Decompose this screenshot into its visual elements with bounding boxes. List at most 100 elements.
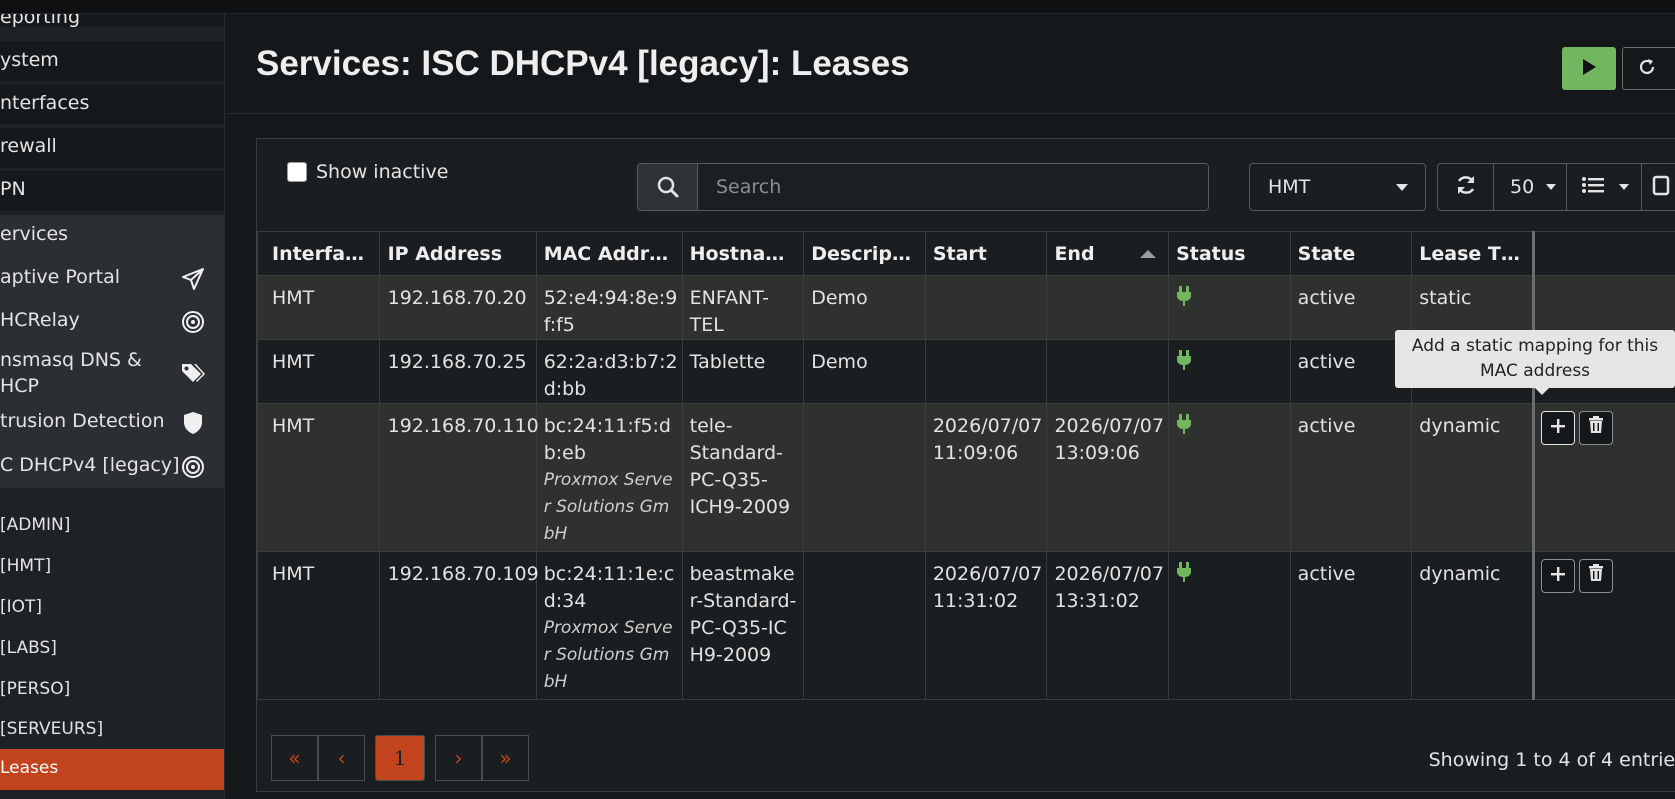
sidebar-item-interfaces[interactable]: nterfaces [0, 84, 224, 124]
sidebar-item-dhcrelay[interactable]: HCRelay [0, 300, 224, 343]
next-page-button[interactable]: › [435, 735, 482, 781]
columns-dropdown[interactable] [1567, 164, 1642, 210]
refresh-icon [1455, 174, 1477, 201]
bullseye-icon [179, 453, 207, 481]
column-header-state[interactable]: State [1289, 231, 1413, 276]
tooltip-arrow [1535, 388, 1549, 395]
shield-icon [179, 409, 207, 437]
sidebar-item-leases[interactable]: Leases [0, 749, 224, 790]
plug-icon [1176, 286, 1192, 312]
sidebar-item-labs[interactable]: [LABS] [0, 638, 224, 673]
plus-icon [1550, 563, 1566, 590]
search-group [637, 163, 1209, 211]
cell-hostname: Tablette [681, 339, 805, 404]
grid-button-group: 50 [1437, 163, 1675, 211]
show-inactive-checkbox[interactable] [287, 162, 307, 182]
cell-end [1046, 339, 1170, 404]
sidebar-item-label-line2: HCP [0, 375, 40, 397]
trash-icon [1588, 415, 1604, 442]
cell-actions [1531, 403, 1675, 552]
last-page-button[interactable]: » [482, 735, 529, 781]
apply-button[interactable] [1562, 47, 1616, 90]
sidebar-item-system[interactable]: ystem [0, 41, 224, 81]
cell-hostname: beastmaker-Standard-PC-Q35-ICH9-2009 [681, 551, 805, 700]
sidebar-item-iot[interactable]: [IOT] [0, 597, 224, 632]
sidebar-item-perso[interactable]: [PERSO] [0, 679, 224, 714]
add-static-mapping-button[interactable] [1540, 411, 1575, 445]
sidebar-item-vpn[interactable]: PN [0, 171, 224, 211]
sidebar-item-reporting[interactable]: eporting [0, 14, 224, 28]
column-header-interface[interactable]: Interface [257, 231, 380, 276]
cell-mac-address: bc:24:11:1e:cd:34 Proxmox Server Solutio… [535, 551, 683, 700]
show-inactive-toggle[interactable]: Show inactive [287, 161, 448, 183]
prev-page-button[interactable]: ‹ [318, 735, 365, 781]
sidebar-item-label: HCRelay [0, 309, 80, 331]
tags-icon [179, 359, 207, 387]
plug-icon [1176, 350, 1192, 376]
cell-state: active [1289, 551, 1413, 700]
sidebar-item-isc-dhcpv4[interactable]: C DHCPv4 [legacy] [0, 445, 224, 488]
first-page-button[interactable]: « [271, 735, 318, 781]
sidebar-item-hmt[interactable]: [HMT] [0, 556, 224, 591]
sidebar-item-label: [PERSO] [0, 679, 71, 699]
add-static-mapping-button[interactable] [1540, 559, 1575, 593]
cell-description: Demo [803, 339, 926, 404]
show-inactive-label: Show inactive [316, 161, 449, 183]
column-header-status[interactable]: Status [1168, 231, 1291, 276]
sidebar-item-dnsmasq[interactable]: nsmasq DNS & HCP [0, 343, 224, 401]
delete-lease-button[interactable] [1578, 559, 1613, 593]
refresh-button[interactable] [1438, 164, 1494, 210]
cell-ip-address: 192.168.70.109 [378, 551, 539, 700]
sidebar-item-label: [LABS] [0, 638, 57, 658]
page-1-button[interactable]: 1 [375, 735, 425, 781]
column-header-mac-address[interactable]: MAC Address [535, 231, 683, 276]
sidebar-item-label: rewall [0, 135, 57, 157]
column-header-label: End [1054, 242, 1095, 265]
sidebar-item-services[interactable]: ervices [0, 215, 224, 257]
sidebar-item-admin[interactable]: [ADMIN] [0, 515, 224, 550]
cell-end: 2026/07/07 13:31:02 [1046, 551, 1170, 700]
page-size-dropdown[interactable]: 50 [1494, 164, 1567, 210]
column-header-lease-type[interactable]: Lease T… [1411, 231, 1534, 276]
interface-select[interactable]: HMT [1249, 163, 1426, 211]
play-icon [1581, 58, 1597, 80]
sidebar-item-label: C DHCPv4 [legacy] [0, 454, 180, 476]
main-content: Services: ISC DHCPv4 [legacy]: Leases Sh… [226, 14, 1675, 799]
sidebar-item-label: nsmasq DNS & [0, 349, 142, 371]
cell-lease-type: dynamic [1411, 551, 1534, 700]
sidebar-item-intrusion-detection[interactable]: trusion Detection [0, 401, 224, 445]
column-header-ip-address[interactable]: IP Address [378, 231, 537, 276]
mac-vendor: Proxmox Server Solutions GmbH [543, 470, 673, 544]
cell-mac-address: 62:2a:d3:b7:2d:bb [535, 339, 683, 404]
delete-lease-button[interactable] [1578, 411, 1613, 445]
page-size-value: 50 [1510, 176, 1535, 198]
export-button[interactable] [1642, 164, 1675, 210]
grid-toolbar: Show inactive HMT 50 [257, 139, 1675, 229]
sidebar-item-label: [HMT] [0, 556, 52, 576]
column-header-start[interactable]: Start [924, 231, 1048, 276]
sidebar-item-label: [SERVEURS] [0, 719, 104, 739]
chevron-down-icon [1619, 184, 1629, 190]
search-icon [638, 164, 698, 210]
cell-ip-address: 192.168.70.110 [378, 403, 539, 552]
reload-button[interactable] [1622, 47, 1675, 90]
sort-ascending-icon [1140, 250, 1157, 258]
sidebar-item-label: nterfaces [0, 92, 90, 114]
cell-end [1046, 275, 1170, 340]
paper-plane-icon [179, 265, 207, 293]
column-header-description[interactable]: Descript… [803, 231, 926, 276]
column-header-end[interactable]: End [1046, 231, 1170, 276]
column-header-actions [1531, 231, 1675, 276]
sidebar-item-firewall[interactable]: rewall [0, 128, 224, 168]
mac-address: bc:24:11:1e:cd:34 [543, 563, 675, 612]
chevron-down-icon [1396, 184, 1408, 191]
column-header-hostname[interactable]: Hostname [681, 231, 805, 276]
plug-icon [1176, 562, 1192, 588]
sidebar-item-label: [ADMIN] [0, 515, 71, 535]
cell-state: active [1289, 339, 1413, 404]
leases-panel: Show inactive HMT 50 [256, 138, 1675, 792]
chevron-down-icon [1546, 184, 1556, 190]
sidebar-item-captive-portal[interactable]: aptive Portal [0, 257, 224, 300]
cell-status [1168, 551, 1291, 700]
search-input[interactable] [698, 164, 1208, 210]
